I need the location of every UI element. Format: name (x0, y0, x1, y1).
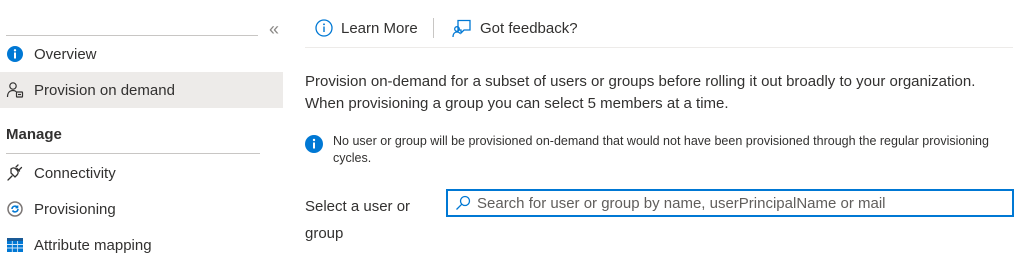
learn-more-button[interactable]: Learn More (315, 14, 418, 42)
section-title-manage: Manage (6, 126, 62, 143)
user-group-search-box[interactable] (446, 189, 1014, 217)
info-icon (6, 45, 24, 63)
search-input[interactable] (477, 194, 997, 212)
divider (6, 153, 260, 154)
select-user-label: Select a user or group (305, 198, 411, 242)
info-outline-icon (315, 19, 333, 37)
feedback-button[interactable]: Got feedback? (452, 14, 578, 42)
divider (305, 47, 1013, 48)
feedback-label: Got feedback? (480, 19, 578, 37)
info-message: No user or group will be provisioned on-… (305, 133, 1005, 167)
sidebar: « Overview Provision on demand Manage Co… (0, 0, 283, 263)
sidebar-item-label: Connectivity (34, 164, 116, 182)
sidebar-item-provisioning[interactable]: Provisioning (0, 191, 283, 227)
sidebar-item-label: Overview (34, 45, 97, 63)
sidebar-item-attribute-mapping[interactable]: Attribute mapping (0, 227, 283, 263)
sidebar-item-label: Provision on demand (34, 81, 175, 99)
plug-icon (6, 164, 24, 182)
info-message-text: No user or group will be provisioned on-… (333, 134, 989, 165)
cloud-sync-icon (6, 200, 24, 218)
sidebar-item-provision-on-demand[interactable]: Provision on demand (0, 72, 283, 108)
sidebar-item-label: Provisioning (34, 200, 116, 218)
feedback-icon (452, 18, 472, 38)
sidebar-item-overview[interactable]: Overview (0, 36, 283, 72)
info-icon (305, 135, 323, 153)
learn-more-label: Learn More (341, 19, 418, 37)
command-bar: Learn More Got feedback? (305, 0, 1013, 48)
sidebar-item-connectivity[interactable]: Connectivity (0, 155, 283, 191)
page-description: Provision on-demand for a subset of user… (305, 73, 976, 112)
sidebar-item-label: Attribute mapping (34, 236, 152, 254)
main-content: Learn More Got feedback? Provision on-de… (305, 0, 1021, 263)
user-provision-icon (6, 81, 24, 99)
table-icon (6, 236, 24, 254)
search-icon (455, 195, 471, 211)
toolbar-separator (433, 18, 434, 38)
